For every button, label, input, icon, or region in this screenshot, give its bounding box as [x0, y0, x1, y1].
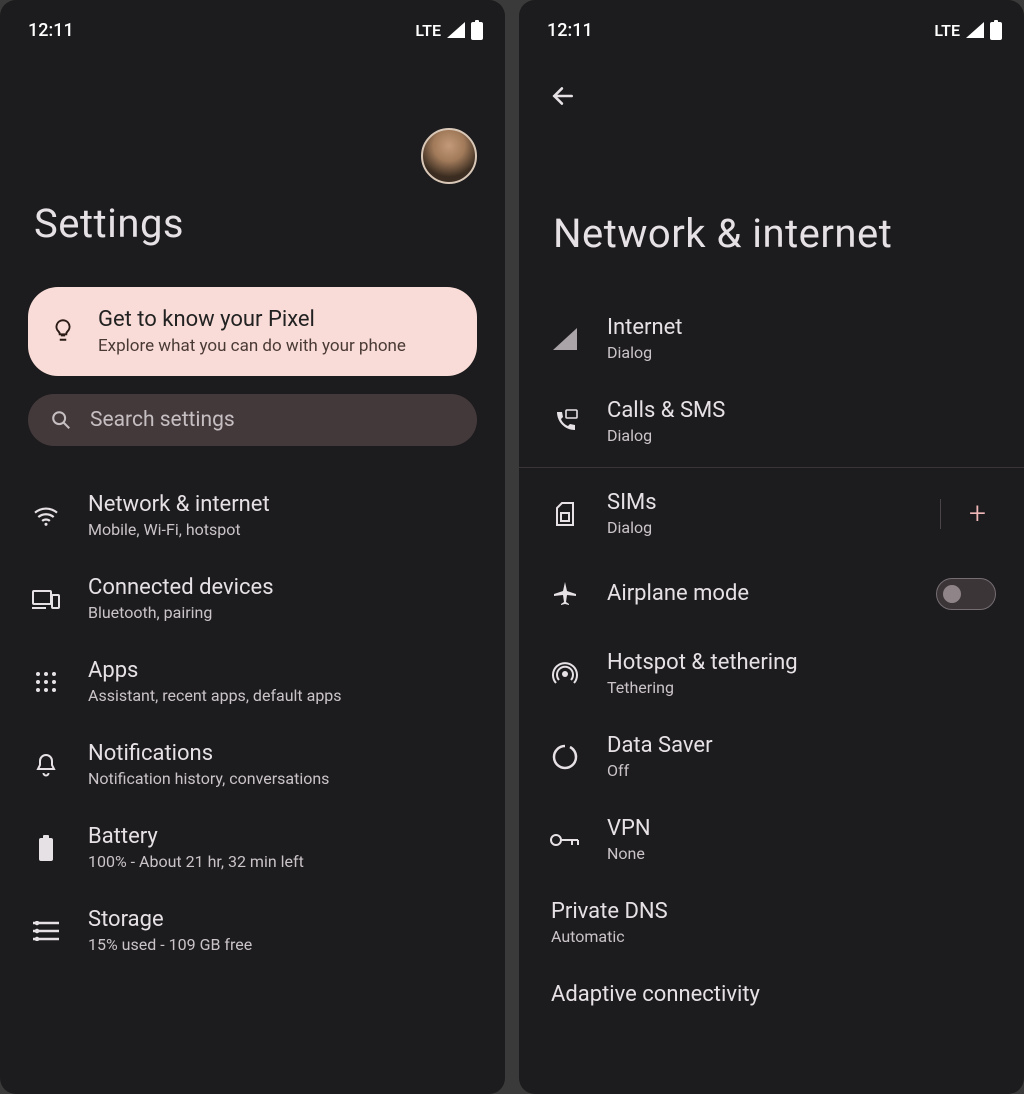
item-sub: Mobile, Wi-Fi, hotspot: [88, 520, 477, 539]
promo-text: Get to know your Pixel Explore what you …: [98, 307, 406, 356]
item-title: Battery: [88, 824, 477, 849]
wifi-icon: [30, 500, 62, 532]
status-indicators: LTE: [415, 20, 483, 40]
arrow-back-icon: [550, 83, 576, 109]
item-title: Notifications: [88, 741, 477, 766]
separator: [940, 499, 941, 529]
apps-grid-icon: [30, 666, 62, 698]
settings-main-screen: 12:11 LTE Settings Get to know your Pixe…: [0, 0, 505, 1094]
list-item-storage[interactable]: Storage 15% used - 109 GB free: [0, 889, 505, 972]
settings-list: Network & internet Mobile, Wi-Fi, hotspo…: [0, 464, 505, 982]
status-indicators: LTE: [934, 20, 1002, 40]
list-item-private-dns[interactable]: Private DNS Automatic: [519, 881, 1024, 964]
list-item-network[interactable]: Network & internet Mobile, Wi-Fi, hotspo…: [0, 474, 505, 557]
status-bar: 12:11 LTE: [519, 0, 1024, 50]
list-item-adaptive-connectivity[interactable]: Adaptive connectivity: [519, 964, 1024, 1007]
airplane-icon: [549, 578, 581, 610]
list-item-internet[interactable]: Internet Dialog: [519, 297, 1024, 380]
list-item-calls-sms[interactable]: Calls & SMS Dialog: [519, 380, 1024, 463]
list-item-connected-devices[interactable]: Connected devices Bluetooth, pairing: [0, 557, 505, 640]
list-item-sims[interactable]: SIMs Dialog +: [519, 472, 1024, 555]
airplane-mode-switch[interactable]: [936, 578, 996, 610]
status-net-label: LTE: [415, 21, 441, 40]
item-sub: Automatic: [551, 927, 996, 946]
list-item-airplane-mode[interactable]: Airplane mode: [519, 555, 1024, 632]
search-settings[interactable]: Search settings: [28, 394, 477, 446]
item-sub: Bluetooth, pairing: [88, 603, 477, 622]
item-title: Data Saver: [607, 733, 996, 758]
status-time: 12:11: [28, 20, 74, 41]
item-sub: 15% used - 109 GB free: [88, 935, 477, 954]
hotspot-icon: [549, 658, 581, 690]
item-sub: Dialog: [607, 343, 996, 362]
list-item-notifications[interactable]: Notifications Notification history, conv…: [0, 723, 505, 806]
item-sub: Dialog: [607, 426, 996, 445]
signal-icon: [447, 22, 465, 38]
item-title: Network & internet: [88, 492, 477, 517]
profile-avatar[interactable]: [421, 128, 477, 184]
item-title: Apps: [88, 658, 477, 683]
signal-triangle-icon: [549, 323, 581, 355]
list-item-hotspot[interactable]: Hotspot & tethering Tethering: [519, 632, 1024, 715]
phone-sms-icon: [549, 406, 581, 438]
list-item-data-saver[interactable]: Data Saver Off: [519, 715, 1024, 798]
data-saver-icon: [549, 741, 581, 773]
status-time: 12:11: [547, 20, 593, 41]
item-title: Connected devices: [88, 575, 477, 600]
item-sub: Notification history, conversations: [88, 769, 477, 788]
item-title: Adaptive connectivity: [551, 982, 996, 1007]
promo-card[interactable]: Get to know your Pixel Explore what you …: [28, 287, 477, 376]
network-list: Internet Dialog Calls & SMS Dialog SIMs …: [519, 287, 1024, 1017]
status-net-label: LTE: [934, 21, 960, 40]
devices-icon: [30, 583, 62, 615]
battery-icon: [990, 20, 1002, 40]
page-title: Settings: [0, 200, 505, 247]
promo-sub: Explore what you can do with your phone: [98, 336, 406, 356]
lightbulb-icon: [50, 317, 76, 347]
item-sub: 100% - About 21 hr, 32 min left: [88, 852, 477, 871]
item-sub: Off: [607, 761, 996, 780]
divider: [519, 467, 1024, 468]
item-title: VPN: [607, 816, 996, 841]
vpn-key-icon: [549, 824, 581, 856]
storage-icon: [30, 915, 62, 947]
item-title: Hotspot & tethering: [607, 650, 996, 675]
item-title: Private DNS: [551, 899, 996, 924]
item-sub: Tethering: [607, 678, 996, 697]
network-internet-screen: 12:11 LTE Network & internet Internet Di…: [519, 0, 1024, 1094]
search-placeholder: Search settings: [90, 408, 235, 432]
add-sim-button[interactable]: +: [959, 492, 996, 535]
bell-icon: [30, 749, 62, 781]
signal-icon: [966, 22, 984, 38]
list-item-battery[interactable]: Battery 100% - About 21 hr, 32 min left: [0, 806, 505, 889]
item-sub: Assistant, recent apps, default apps: [88, 686, 477, 705]
item-title: Calls & SMS: [607, 398, 996, 423]
item-title: Storage: [88, 907, 477, 932]
item-sub: Dialog: [607, 518, 914, 537]
promo-title: Get to know your Pixel: [98, 307, 406, 332]
back-button[interactable]: [543, 76, 583, 116]
page-title: Network & internet: [519, 210, 1024, 257]
item-title: Internet: [607, 315, 996, 340]
item-title: SIMs: [607, 490, 914, 515]
list-item-vpn[interactable]: VPN None: [519, 798, 1024, 881]
sim-card-icon: [549, 498, 581, 530]
battery-icon: [471, 20, 483, 40]
list-item-apps[interactable]: Apps Assistant, recent apps, default app…: [0, 640, 505, 723]
battery-icon: [30, 832, 62, 864]
item-sub: None: [607, 844, 996, 863]
search-icon: [50, 409, 72, 431]
status-bar: 12:11 LTE: [0, 0, 505, 50]
item-title: Airplane mode: [607, 573, 910, 614]
